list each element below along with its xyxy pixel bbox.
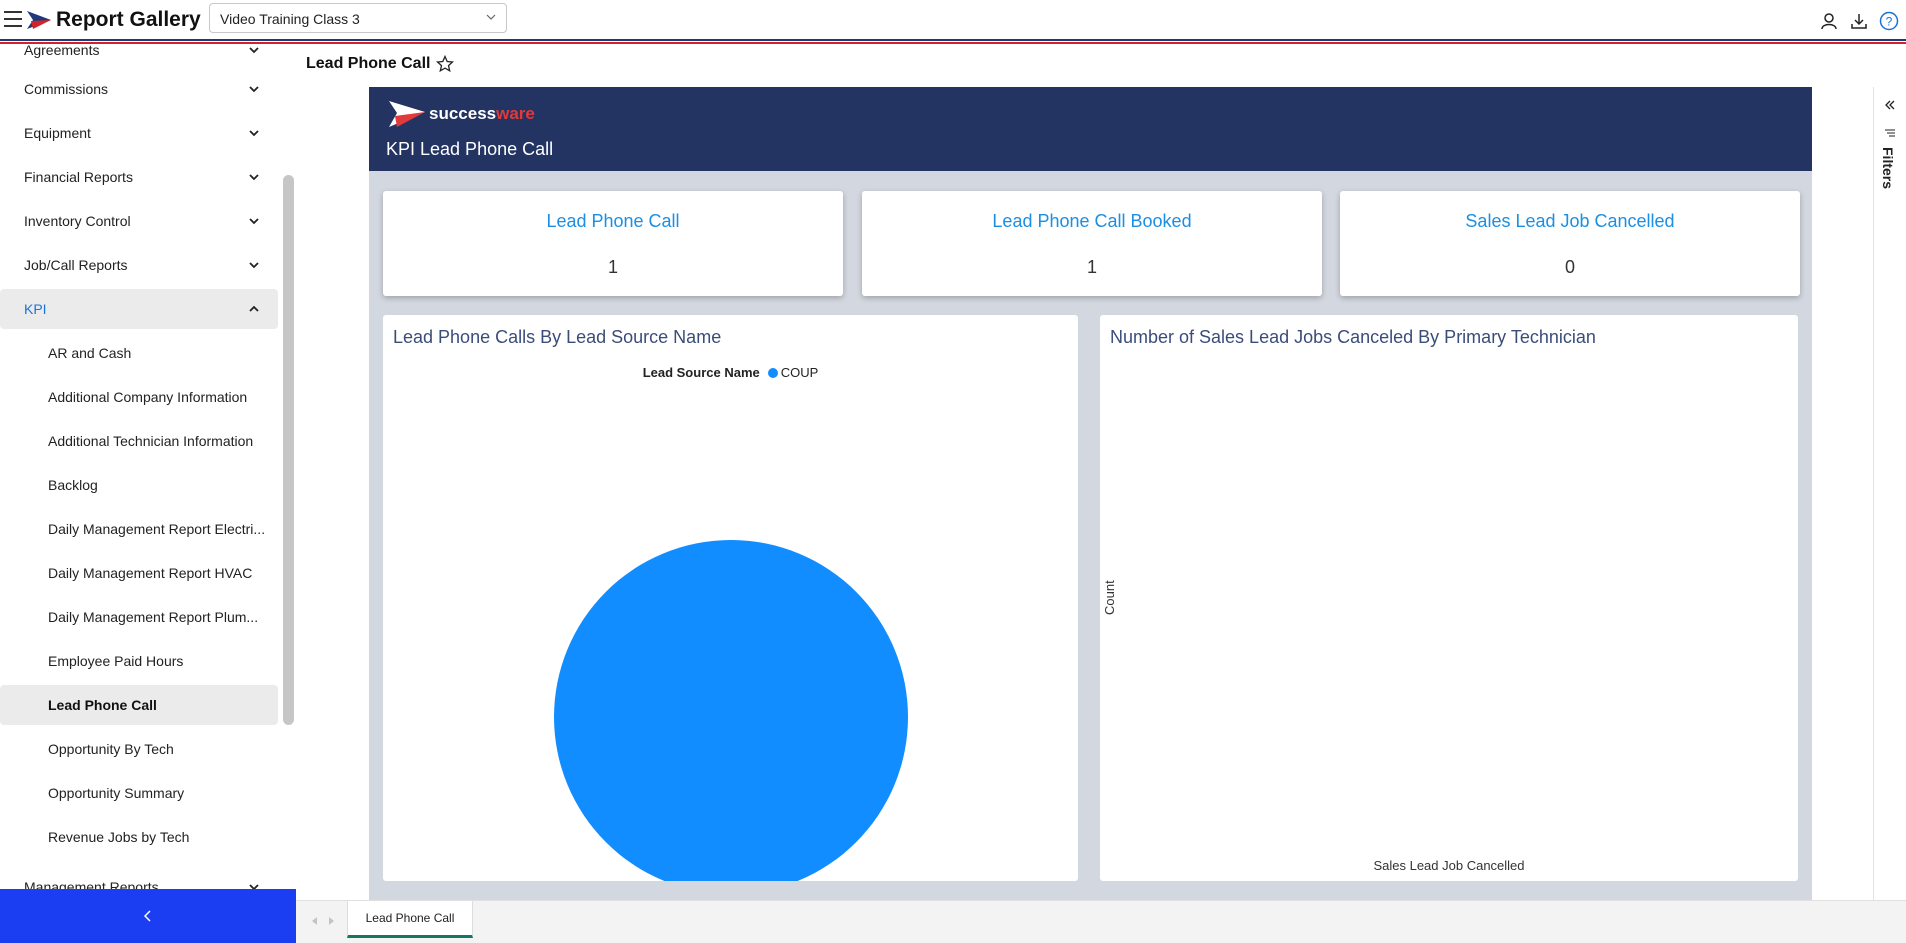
sidebar-item-label: Opportunity Summary: [48, 785, 185, 801]
sidebar-item-label: Backlog: [48, 477, 98, 493]
sidebar: Agreements Commissions Equipment Financi…: [0, 44, 296, 889]
kpi-value: 0: [1564, 257, 1575, 277]
sidebar-item-ar-and-cash[interactable]: AR and Cash: [0, 333, 278, 373]
star-icon[interactable]: [436, 55, 455, 73]
report-selector-value: Video Training Class 3: [220, 11, 360, 27]
sidebar-item-label: Employee Paid Hours: [48, 653, 184, 669]
sidebar-item-label: Daily Management Report Plum...: [48, 609, 259, 625]
sidebar-item-label: Additional Technician Information: [48, 433, 254, 449]
sidebar-group-label: Inventory Control: [24, 213, 131, 229]
sidebar-item-label: AR and Cash: [48, 345, 132, 361]
sidebar-group-management-reports[interactable]: Management Reports: [0, 867, 278, 889]
sidebar-item-daily-management-report-hvac[interactable]: Daily Management Report HVAC: [0, 553, 278, 593]
chevron-down-icon: [249, 130, 259, 137]
chevron-down-icon: [486, 14, 496, 20]
app-title: Report Gallery: [56, 8, 201, 31]
prev-page-icon[interactable]: [310, 915, 320, 927]
page-tabs-bar: Lead Phone Call: [296, 900, 1906, 943]
pie-chart[interactable]: 1 (100%): [383, 315, 1078, 881]
sidebar-item-revenue-jobs-by-tech[interactable]: Revenue Jobs by Tech: [0, 817, 278, 857]
filter-icon: [1885, 129, 1895, 137]
kpi-label: Lead Phone Call: [546, 211, 680, 231]
sidebar-item-backlog[interactable]: Backlog: [0, 465, 278, 505]
sidebar-group-label: Agreements: [24, 44, 100, 58]
top-bar: Report Gallery Video Training Class 3 ?: [0, 0, 1906, 44]
sidebar-group-commissions[interactable]: Commissions: [0, 69, 278, 109]
successware-logo-icon: [389, 101, 425, 127]
kpi-card-lead-phone-call-booked: Lead Phone Call Booked 1: [862, 191, 1322, 296]
header-stripe-navy: [0, 39, 1906, 41]
pie-chart-panel[interactable]: Lead Phone Calls By Lead Source Name Lea…: [383, 315, 1078, 881]
filters-toggle[interactable]: Filters: [1880, 147, 1896, 189]
app-logo-icon: [27, 11, 51, 29]
sidebar-item-opportunity-summary[interactable]: Opportunity Summary: [0, 773, 278, 813]
report-banner-title: KPI Lead Phone Call: [386, 139, 554, 159]
next-page-icon[interactable]: [326, 915, 336, 927]
successware-logo: successware: [389, 101, 535, 127]
sidebar-group-inventory-control[interactable]: Inventory Control: [0, 201, 278, 241]
sidebar-group-equipment[interactable]: Equipment: [0, 113, 278, 153]
kpi-card-sales-lead-job-cancelled: Sales Lead Job Cancelled 0: [1340, 191, 1800, 296]
kpi-card-lead-phone-call: Lead Phone Call 1: [383, 191, 843, 296]
sidebar-item-additional-company-information[interactable]: Additional Company Information: [0, 377, 278, 417]
page-title-text: Lead Phone Call: [306, 55, 431, 72]
user-icon[interactable]: [1816, 8, 1842, 34]
svg-text:?: ?: [1886, 15, 1893, 29]
sidebar-item-opportunity-by-tech[interactable]: Opportunity By Tech: [0, 729, 278, 769]
report-canvas: successware KPI Lead Phone Call Lead Pho…: [369, 87, 1812, 900]
pie-slice[interactable]: [554, 540, 908, 881]
bar-chart-panel[interactable]: Number of Sales Lead Jobs Canceled By Pr…: [1100, 315, 1798, 881]
sidebar-item-label: Lead Phone Call: [48, 697, 157, 713]
sidebar-item-lead-phone-call[interactable]: Lead Phone Call: [0, 685, 278, 725]
chart-title: Number of Sales Lead Jobs Canceled By Pr…: [1110, 327, 1596, 347]
brand-wordmark: successware: [429, 104, 535, 123]
chevron-down-icon: [249, 262, 259, 269]
sidebar-group-kpi[interactable]: KPI: [0, 289, 278, 329]
sidebar-group-label: Commissions: [24, 81, 109, 97]
sidebar-group-job-call-reports[interactable]: Job/Call Reports: [0, 245, 278, 285]
sidebar-group-financial-reports[interactable]: Financial Reports: [0, 157, 278, 197]
menu-icon[interactable]: [4, 11, 22, 27]
sidebar-item-label: Opportunity By Tech: [48, 741, 174, 757]
y-axis-label: Count: [1102, 580, 1117, 615]
chevron-left-icon: [143, 910, 151, 922]
sidebar-item-additional-technician-information[interactable]: Additional Technician Information: [0, 421, 278, 461]
top-actions: ?: [1816, 8, 1906, 34]
sidebar-group-label: Job/Call Reports: [24, 257, 128, 273]
tab-lead-phone-call[interactable]: Lead Phone Call: [347, 901, 473, 938]
page-title: Lead Phone Call: [306, 55, 455, 73]
sidebar-item-label: Daily Management Report HVAC: [48, 565, 253, 581]
kpi-value: 1: [1086, 257, 1097, 277]
sidebar-item-employee-paid-hours[interactable]: Employee Paid Hours: [0, 641, 278, 681]
kpi-label: Lead Phone Call Booked: [992, 211, 1192, 231]
sidebar-group-label: KPI: [24, 301, 47, 317]
sidebar-group-label: Management Reports: [24, 879, 159, 889]
sidebar-group-agreements[interactable]: Agreements: [0, 44, 278, 70]
x-axis-label: Sales Lead Job Cancelled: [1373, 858, 1525, 873]
report-banner: successware KPI Lead Phone Call: [369, 87, 1812, 171]
chevron-down-icon: [249, 884, 259, 889]
kpi-label: Sales Lead Job Cancelled: [1465, 211, 1675, 231]
chevron-down-icon: [249, 174, 259, 181]
download-icon[interactable]: [1846, 8, 1872, 34]
report-selector[interactable]: Video Training Class 3: [209, 3, 507, 33]
sidebar-group-label: Equipment: [24, 125, 91, 141]
sidebar-scrollbar[interactable]: [283, 175, 294, 725]
chevron-down-icon: [249, 86, 259, 93]
sidebar-group-label: Financial Reports: [24, 169, 133, 185]
chevron-down-icon: [249, 218, 259, 225]
help-icon[interactable]: ?: [1876, 8, 1902, 34]
sidebar-item-daily-management-report-electrical[interactable]: Daily Management Report Electri...: [0, 509, 278, 549]
sidebar-item-label: Revenue Jobs by Tech: [48, 829, 190, 845]
chevron-down-icon: [249, 47, 259, 54]
sidebar-item-label: Daily Management Report Electri...: [48, 521, 266, 537]
kpi-value: 1: [607, 257, 618, 277]
double-chevron-left-icon[interactable]: [1884, 99, 1896, 111]
sidebar-item-daily-management-report-plumbing[interactable]: Daily Management Report Plum...: [0, 597, 278, 637]
sidebar-item-label: Additional Company Information: [48, 389, 248, 405]
sidebar-collapse-button[interactable]: [0, 889, 296, 943]
filters-pane: Filters: [1873, 87, 1906, 900]
chevron-up-icon: [249, 305, 259, 312]
